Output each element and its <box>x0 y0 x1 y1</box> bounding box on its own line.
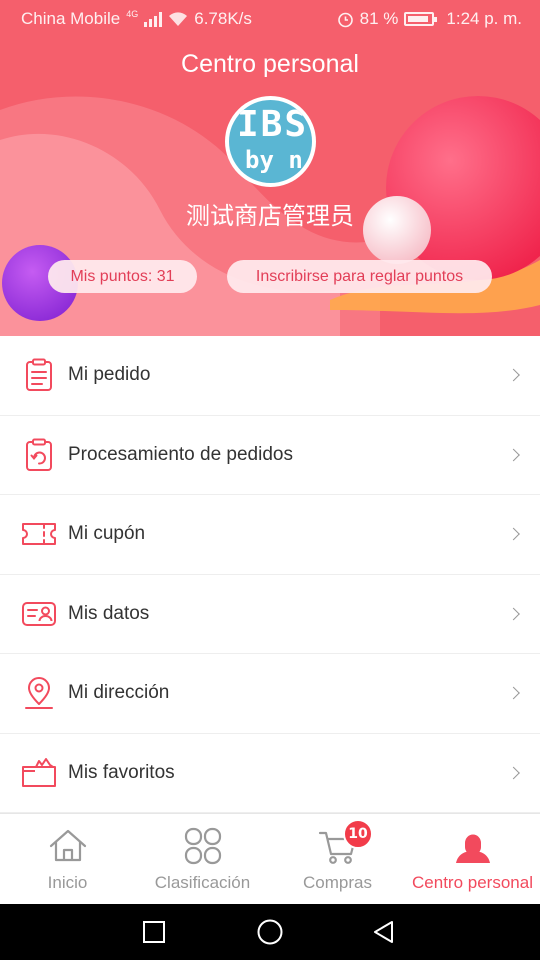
bottom-tab-bar: Inicio Clasificación 10 Compras Centro p… <box>0 813 540 904</box>
chevron-right-icon <box>507 448 520 462</box>
menu-item-label: Mis favoritos <box>68 761 175 783</box>
tab-label: Inicio <box>47 873 88 892</box>
network-speed: 6.78K/s <box>194 9 252 28</box>
location-pin-icon <box>25 677 53 710</box>
system-navigation-bar <box>0 904 540 960</box>
menu-item-my-orders[interactable]: Mi pedido <box>0 336 540 416</box>
menu-item-my-coupon[interactable]: Mi cupón <box>0 495 540 575</box>
square-icon <box>143 921 165 943</box>
username: 测试商店管理员 <box>186 202 354 230</box>
favorites-box-icon <box>22 757 56 787</box>
battery-icon <box>404 12 438 26</box>
tab-classification[interactable]: Clasificación <box>135 814 270 905</box>
carrier-name: China Mobile <box>21 9 121 28</box>
menu-item-label: Procesamiento de pedidos <box>68 443 293 465</box>
profile-header: China Mobile 4G 6.78K/s 81 % 1:24 p. m. … <box>0 0 540 336</box>
wifi-icon <box>169 12 188 26</box>
tab-label: Clasificación <box>154 873 251 892</box>
sign-in-points-button[interactable]: Inscribirse para reglar puntos <box>227 260 492 293</box>
circle-icon <box>257 919 283 945</box>
menu-item-order-processing[interactable]: Procesamiento de pedidos <box>0 415 540 495</box>
order-list-icon <box>26 358 52 392</box>
chevron-right-icon <box>507 607 520 621</box>
category-icon <box>184 827 221 865</box>
menu-item-my-favorites[interactable]: Mis favoritos <box>0 733 540 813</box>
coupon-icon <box>22 523 56 546</box>
network-type: 4G <box>126 9 139 19</box>
chevron-right-icon <box>507 368 520 382</box>
signal-icon <box>144 11 163 27</box>
avatar-text: IBS <box>237 104 309 145</box>
clock-time: 1:24 p. m. <box>446 9 522 28</box>
tab-label: Centro personal <box>412 873 533 892</box>
order-processing-icon <box>26 438 52 471</box>
menu-item-label: Mi dirección <box>68 682 170 704</box>
back-triangle-icon <box>374 921 393 943</box>
battery-percent: 81 % <box>359 9 399 28</box>
tab-personal-center[interactable]: Centro personal <box>405 814 540 905</box>
profile-data-icon <box>22 601 56 626</box>
menu-item-my-address[interactable]: Mi dirección <box>0 654 540 734</box>
recent-apps-button[interactable] <box>124 904 184 960</box>
page-title: Centro personal <box>181 50 359 78</box>
avatar[interactable]: IBS by n <box>225 96 316 187</box>
status-bar: China Mobile 4G 6.78K/s 81 % 1:24 p. m. <box>0 0 540 36</box>
alarm-icon <box>337 12 353 27</box>
menu-item-label: Mi pedido <box>68 364 151 386</box>
home-nav-button[interactable] <box>240 904 300 960</box>
menu-list: Mi pedido Procesamiento de pedidos Mi cu… <box>0 336 540 813</box>
home-icon <box>49 829 86 862</box>
menu-item-label: Mis datos <box>68 602 150 624</box>
chevron-right-icon <box>507 527 520 541</box>
user-icon <box>455 834 490 863</box>
chevron-right-icon <box>507 766 520 780</box>
back-nav-button[interactable] <box>354 904 414 960</box>
menu-item-label: Mi cupón <box>68 523 146 545</box>
tab-cart[interactable]: 10 Compras <box>270 814 405 905</box>
tab-home[interactable]: Inicio <box>0 814 135 905</box>
avatar-subtext: by n <box>245 146 303 174</box>
my-points-button[interactable]: Mis puntos: 31 <box>48 260 197 293</box>
menu-item-my-data[interactable]: Mis datos <box>0 574 540 654</box>
tab-label: Compras <box>303 873 372 892</box>
chevron-right-icon <box>507 686 520 700</box>
cart-count-badge: 10 <box>343 819 373 849</box>
